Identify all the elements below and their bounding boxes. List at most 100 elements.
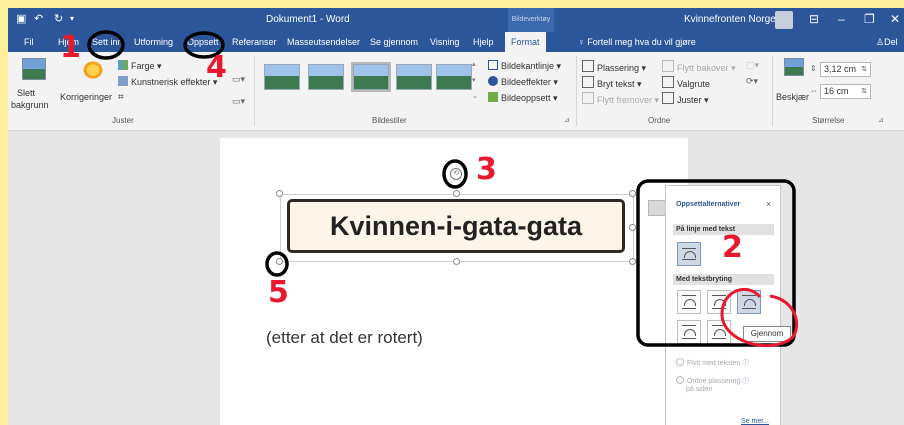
color-label: Farge bbox=[131, 61, 155, 71]
send-backward-button[interactable]: Flytt bakover ▾ bbox=[662, 60, 736, 74]
quick-access-menu-icon[interactable]: ▾ bbox=[70, 14, 74, 23]
tab-insert[interactable]: Sett inn bbox=[92, 37, 123, 47]
rotate-icon[interactable]: ⟳▾ bbox=[746, 76, 758, 87]
remove-background-label-2[interactable]: bakgrunn bbox=[11, 100, 49, 110]
tell-me-search[interactable]: ♀ Fortell meg hva du vil gjøre bbox=[578, 37, 696, 47]
layout-options-icon[interactable] bbox=[648, 200, 666, 216]
in-line-option[interactable] bbox=[677, 242, 701, 266]
tab-references[interactable]: Referanser bbox=[232, 37, 277, 47]
resize-handle[interactable] bbox=[453, 190, 460, 197]
close-icon[interactable]: ✕ bbox=[890, 12, 900, 26]
wrap-text-icon bbox=[582, 76, 594, 88]
artistic-effects-button[interactable]: Kunstnerisk effekter ▾ bbox=[118, 76, 217, 88]
picture-border-label: Bildekantlinje bbox=[501, 61, 555, 71]
user-name[interactable]: Kvinnefronten Norge bbox=[684, 14, 776, 25]
picture-effects-button[interactable]: Bildeeffekter ▾ bbox=[488, 76, 558, 88]
height-spinner-icon[interactable]: ⇅ bbox=[861, 63, 867, 76]
remove-background-label-1[interactable]: Slett bbox=[17, 88, 35, 98]
resize-handle[interactable] bbox=[276, 190, 283, 197]
corrections-button[interactable]: Korrigeringer bbox=[60, 92, 112, 102]
picture-layout-icon bbox=[488, 92, 498, 102]
picture-style-5[interactable] bbox=[436, 64, 472, 90]
close-icon[interactable]: × bbox=[766, 199, 771, 209]
wrap-behind-text-option[interactable] bbox=[707, 320, 731, 344]
compress-icon[interactable]: ▭▾ bbox=[232, 74, 245, 85]
sun-icon[interactable] bbox=[82, 60, 104, 80]
picture-style-2[interactable] bbox=[308, 64, 344, 90]
picture-tools-context-label: Bildeverktøy bbox=[508, 8, 554, 32]
styles-scroll-down-icon[interactable]: ▾ bbox=[472, 76, 476, 84]
position-button[interactable]: Plassering ▾ bbox=[582, 60, 646, 74]
picture-layout-button[interactable]: Bildeoppsett ▾ bbox=[488, 92, 558, 104]
minimize-icon[interactable]: – bbox=[838, 12, 845, 26]
move-with-text-label: Flytt med teksten bbox=[687, 360, 741, 367]
avatar[interactable] bbox=[775, 11, 793, 29]
tab-view[interactable]: Visning bbox=[430, 37, 459, 47]
height-field[interactable]: 3,12 cm ⇅ bbox=[820, 62, 871, 77]
undo-icon[interactable]: ↶ bbox=[34, 12, 43, 25]
tab-help[interactable]: Hjelp bbox=[473, 37, 494, 47]
tab-file[interactable]: Fil bbox=[24, 37, 34, 47]
wrap-text-button[interactable]: Bryt tekst ▾ bbox=[582, 76, 642, 90]
picture-style-3[interactable] bbox=[351, 62, 391, 92]
tab-design[interactable]: Utforming bbox=[134, 37, 173, 47]
textbox-text[interactable]: Kvinnen-i-gata-gata bbox=[287, 199, 625, 253]
wrap-through-option[interactable] bbox=[737, 290, 761, 314]
picture-border-button[interactable]: Bildekantlinje ▾ bbox=[488, 60, 561, 72]
document-page[interactable] bbox=[220, 138, 688, 425]
fix-position-radio[interactable]: Ordne plassering ⓘ bbox=[676, 376, 749, 386]
tab-mailings[interactable]: Masseutsendelser bbox=[287, 37, 360, 47]
selected-textbox[interactable]: Kvinnen-i-gata-gata bbox=[280, 194, 634, 262]
see-more-link[interactable]: Se mer... bbox=[741, 418, 769, 425]
wrap-square-option[interactable] bbox=[677, 290, 701, 314]
fix-position-label-2: på siden bbox=[686, 386, 713, 393]
styles-scroll-up-icon[interactable]: ▴ bbox=[472, 60, 476, 68]
picture-style-4[interactable] bbox=[396, 64, 432, 90]
tab-format[interactable]: Format bbox=[505, 32, 546, 52]
picture-effects-icon bbox=[488, 76, 498, 86]
crop-button[interactable]: Beskjær bbox=[776, 92, 809, 102]
size-group-label: Størrelse bbox=[812, 116, 845, 125]
share-button[interactable]: ♙Del bbox=[876, 37, 898, 48]
move-with-text-radio[interactable]: Flytt med teksten ⓘ bbox=[676, 358, 749, 368]
annotation-number-2: 2 bbox=[722, 230, 743, 265]
wrap-top-bottom-option[interactable] bbox=[677, 320, 701, 344]
resize-handle[interactable] bbox=[629, 258, 636, 265]
remove-background-icon[interactable] bbox=[22, 58, 46, 80]
send-backward-icon bbox=[662, 60, 674, 72]
reset-picture-icon[interactable]: ▭▾ bbox=[232, 96, 245, 107]
bring-forward-label: Flytt fremover bbox=[597, 95, 653, 105]
height-value: 3,12 cm bbox=[824, 64, 857, 74]
resize-handle[interactable] bbox=[629, 224, 636, 231]
styles-launcher-icon[interactable]: ⊿ bbox=[564, 116, 570, 124]
bring-forward-button[interactable]: Flytt fremover ▾ bbox=[582, 92, 659, 106]
save-icon[interactable]: ▣ bbox=[16, 12, 26, 25]
transparency-icon[interactable]: ⌗ bbox=[118, 92, 124, 103]
resize-handle[interactable] bbox=[453, 258, 460, 265]
resize-handle[interactable] bbox=[276, 258, 283, 265]
redo-icon[interactable]: ↻ bbox=[54, 12, 63, 25]
crop-icon[interactable] bbox=[784, 58, 804, 76]
align-button[interactable]: Juster ▾ bbox=[662, 92, 709, 106]
rotate-handle-icon[interactable]: ⟲ bbox=[450, 168, 462, 180]
document-body-text: (etter at det er rotert) bbox=[266, 328, 423, 347]
group-icon[interactable]: ⬚▾ bbox=[746, 60, 759, 71]
styles-more-icon[interactable]: ⌄ bbox=[472, 92, 478, 100]
artistic-effects-label: Kunstnerisk effekter bbox=[131, 77, 211, 87]
size-launcher-icon[interactable]: ⊿ bbox=[878, 116, 884, 124]
width-spinner-icon[interactable]: ⇅ bbox=[861, 85, 867, 98]
picture-style-1[interactable] bbox=[264, 64, 300, 90]
width-field[interactable]: 16 cm ⇅ bbox=[820, 84, 871, 99]
resize-handle[interactable] bbox=[629, 190, 636, 197]
tab-layout[interactable]: Oppsett bbox=[187, 37, 219, 47]
person-icon: ♙ bbox=[876, 37, 885, 47]
tab-review[interactable]: Se gjennom bbox=[370, 37, 418, 47]
panel-title: Oppsettalternativer bbox=[676, 201, 741, 208]
restore-icon[interactable]: ❐ bbox=[864, 12, 875, 26]
wrap-tight-option[interactable] bbox=[707, 290, 731, 314]
selection-pane-button[interactable]: Valgrute bbox=[662, 76, 710, 89]
color-button[interactable]: Farge ▾ bbox=[118, 60, 162, 72]
color-icon bbox=[118, 60, 128, 70]
ribbon-display-icon[interactable]: ⊟ bbox=[809, 12, 819, 26]
align-icon bbox=[662, 92, 674, 104]
